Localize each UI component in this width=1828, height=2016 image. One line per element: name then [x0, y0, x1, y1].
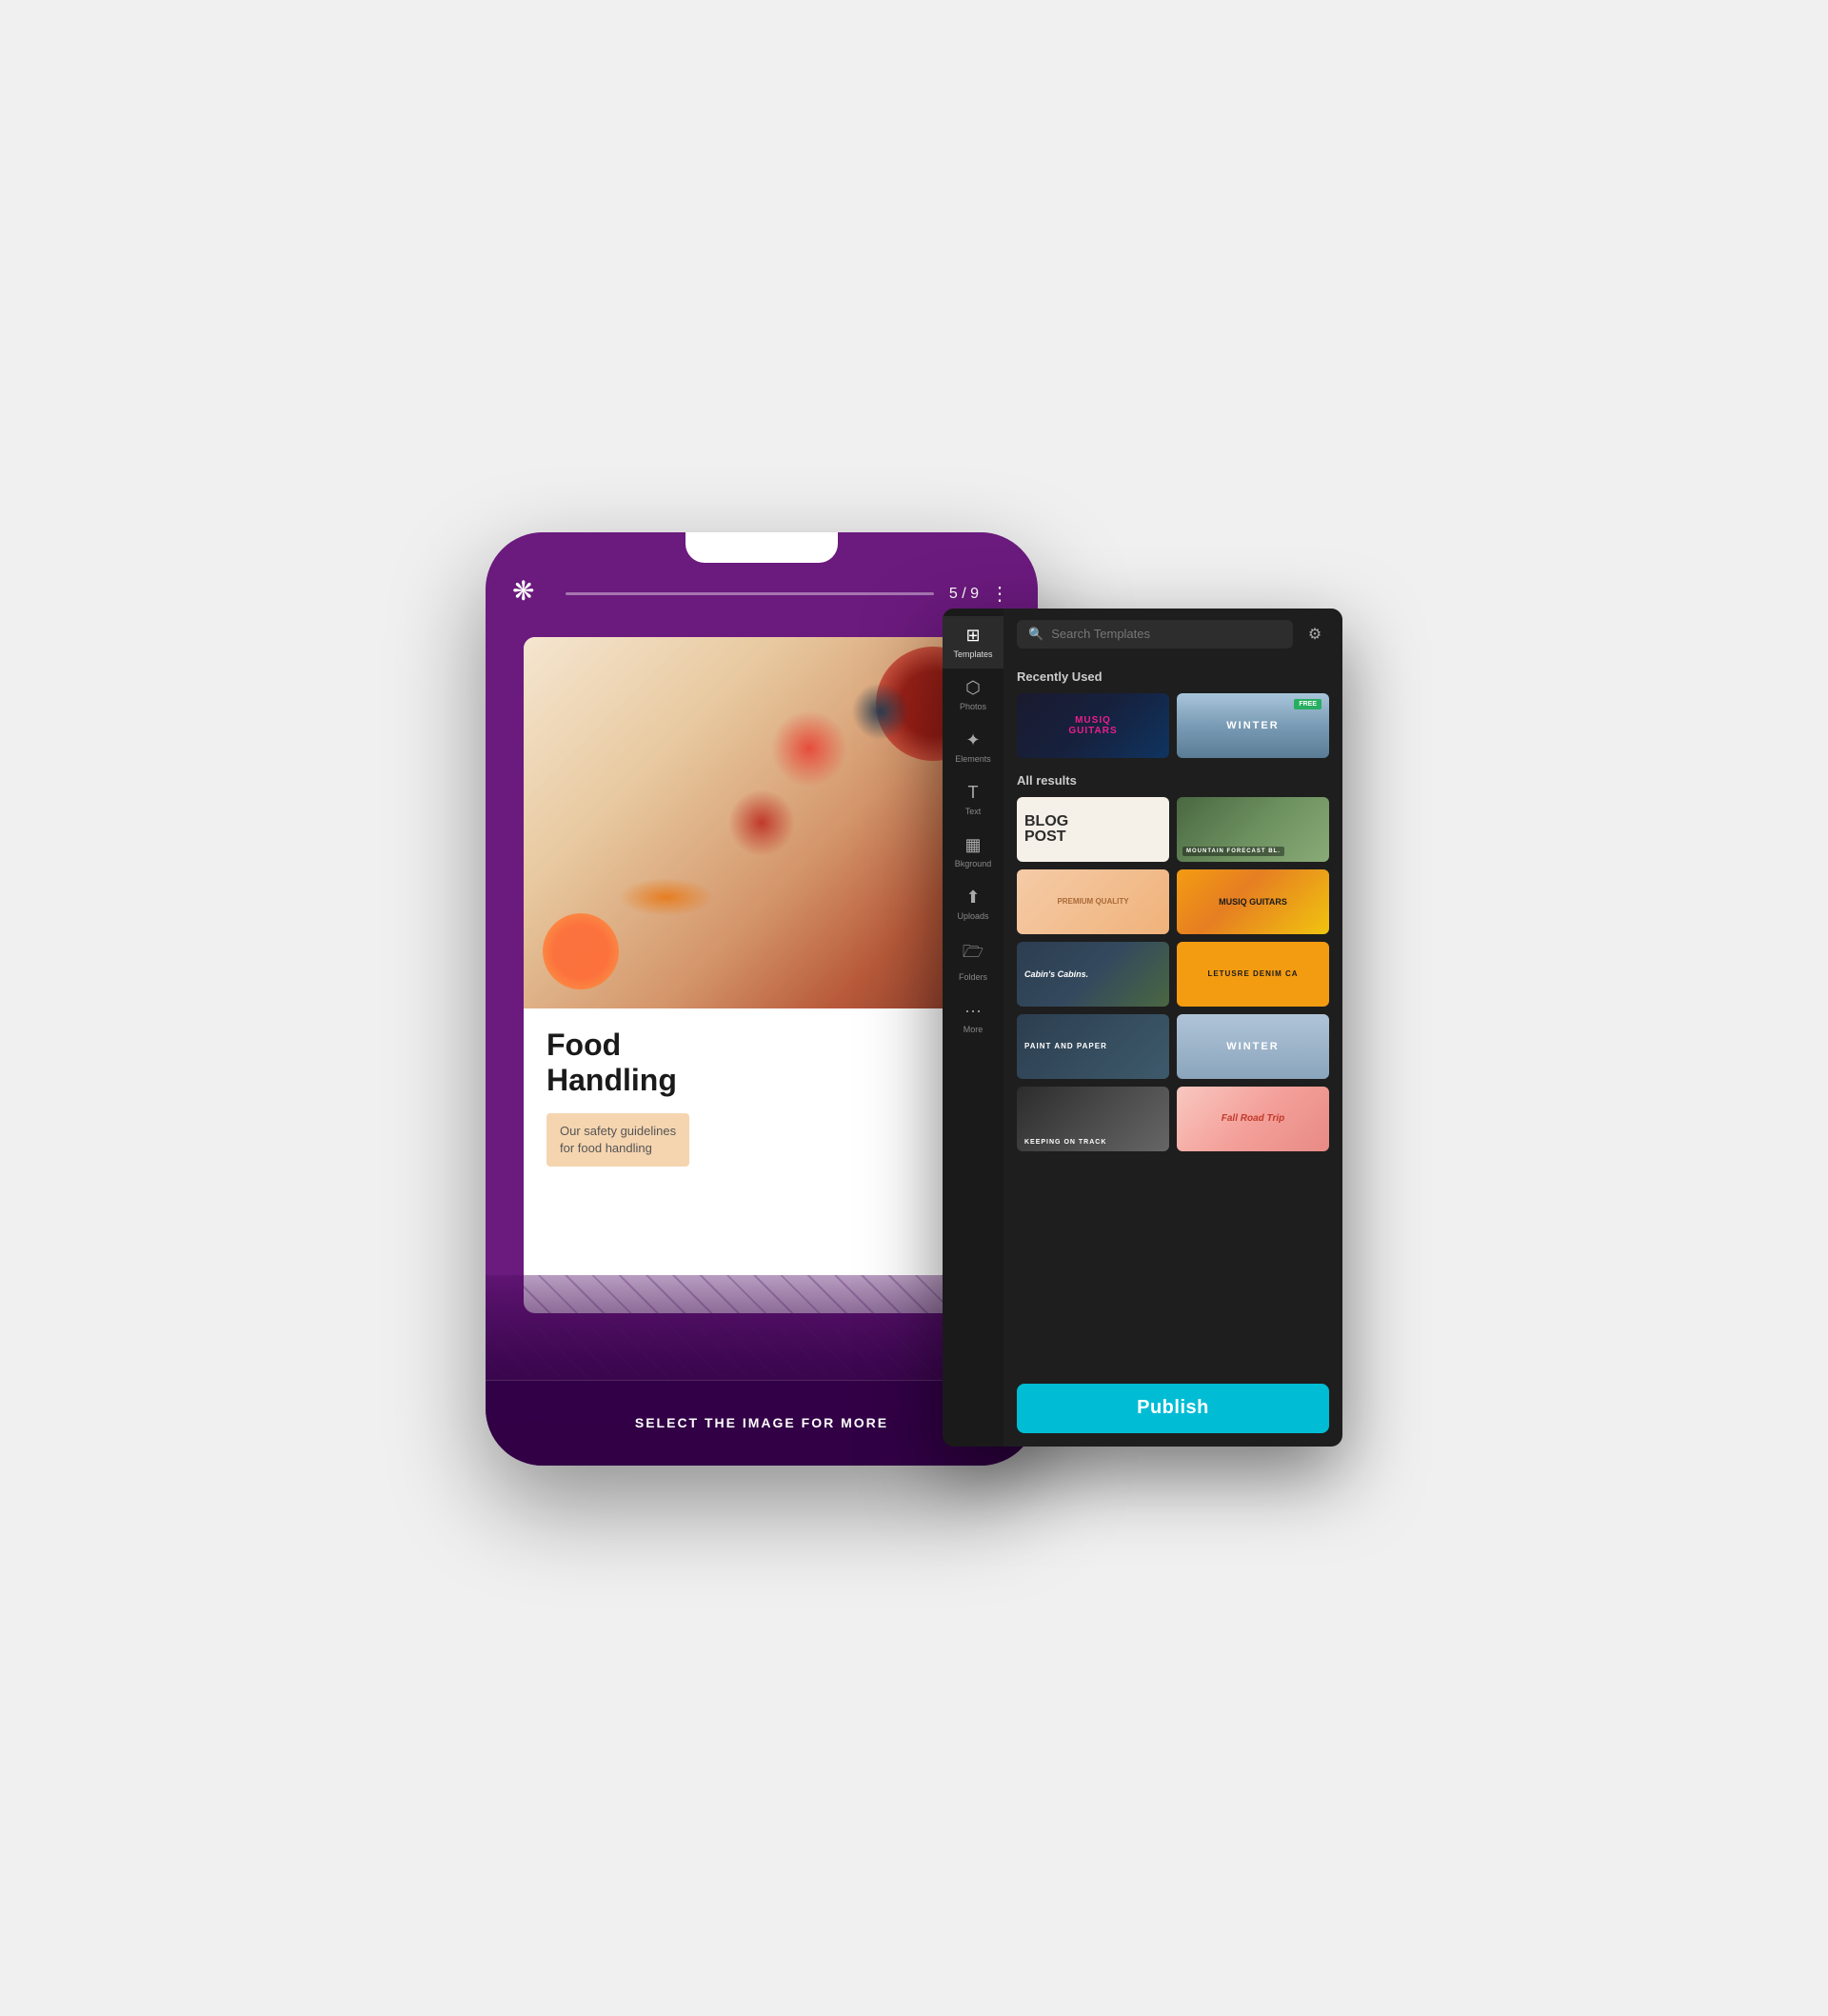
thumb-peach-label: PREMIUM QUALITY: [1057, 897, 1128, 906]
card-image: [524, 637, 1000, 1009]
card-title: FoodHandling: [546, 1028, 977, 1098]
slide-counter: 5 / 9: [949, 586, 979, 603]
thumb-leisure-label: LETUSRE DENIM CA: [1207, 969, 1298, 978]
search-area: 🔍 ⚙: [1003, 609, 1342, 658]
template-thumb-cabins[interactable]: Cabin's Cabins.: [1017, 942, 1169, 1007]
elements-icon: ✦: [965, 730, 980, 750]
template-thumb-winter[interactable]: FREE WINTER: [1177, 693, 1329, 758]
sidebar-item-templates[interactable]: ⊞ Templates: [943, 616, 1003, 669]
template-thumb-blog-post[interactable]: BLOGPOST: [1017, 797, 1169, 862]
search-box[interactable]: 🔍: [1017, 620, 1293, 649]
publish-button[interactable]: Publish: [1017, 1384, 1329, 1433]
food-illustration: [524, 637, 1000, 1009]
all-results-label: All results: [1017, 773, 1329, 788]
template-scroll-area[interactable]: Recently Used MUSIQGUITARS FREE WINTER A…: [1003, 658, 1342, 1376]
template-thumb-peach[interactable]: PREMIUM QUALITY: [1017, 869, 1169, 934]
app-logo-icon: ❋: [512, 575, 550, 613]
template-thumb-road-trip[interactable]: Fall Road Trip: [1177, 1087, 1329, 1151]
template-main-area: 🔍 ⚙ Recently Used MUSIQGUITARS FREE WINT…: [1003, 609, 1342, 1447]
thumb-blog-label: BLOGPOST: [1024, 814, 1068, 845]
card-subtitle: Our safety guidelines for food handling: [546, 1113, 689, 1167]
background-icon: ▦: [964, 835, 981, 855]
sidebar-item-photos[interactable]: ⬡ Photos: [943, 669, 1003, 721]
templates-icon: ⊞: [965, 626, 980, 646]
thumb-winter-badge: FREE: [1294, 699, 1321, 709]
thumb-winter-label: WINTER: [1226, 720, 1279, 731]
progress-bar: [566, 592, 934, 595]
sidebar-item-text[interactable]: T Text: [943, 773, 1003, 826]
more-menu-icon[interactable]: ⋮: [990, 582, 1011, 606]
photos-icon: ⬡: [965, 678, 981, 698]
template-thumb-mountain[interactable]: MOUNTAIN FORECAST BL.: [1177, 797, 1329, 862]
template-thumb-paint-paper[interactable]: PAINT AND PAPER: [1017, 1014, 1169, 1079]
sidebar-item-folders[interactable]: 🗁 Folders: [943, 930, 1003, 991]
content-card[interactable]: FoodHandling Our safety guidelines for f…: [524, 637, 1000, 1313]
sidebar-item-uploads[interactable]: ⬆ Uploads: [943, 878, 1003, 930]
thumb-musiq-label: MUSIQGUITARS: [1068, 715, 1117, 736]
search-input[interactable]: [1051, 627, 1282, 641]
phone-cta-text: SELECT THE IMAGE FOR MORE: [635, 1415, 888, 1430]
template-thumb-keeping-track[interactable]: KEEPING ON TRACK: [1017, 1087, 1169, 1151]
thumb-mountain-label: MOUNTAIN FORECAST BL.: [1182, 847, 1284, 856]
filter-icon[interactable]: ⚙: [1301, 620, 1329, 649]
thumb-winter2-label: WINTER: [1226, 1041, 1279, 1052]
recently-used-label: Recently Used: [1017, 669, 1329, 684]
more-icon: ···: [964, 1001, 982, 1021]
sidebar-nav: ⊞ Templates ⬡ Photos ✦ Elements T Text ▦…: [943, 609, 1003, 1447]
sidebar-item-more[interactable]: ··· More: [943, 991, 1003, 1044]
all-results-grid: BLOGPOST MOUNTAIN FORECAST BL. PREMIUM Q…: [1017, 797, 1329, 1151]
template-thumb-musiq-guitars2[interactable]: MUSIQ GUITARS: [1177, 869, 1329, 934]
card-text-area: FoodHandling Our safety guidelines for f…: [524, 1008, 1000, 1178]
template-thumb-leisure[interactable]: LETUSRE DENIM CA: [1177, 942, 1329, 1007]
sidebar-item-elements[interactable]: ✦ Elements: [943, 721, 1003, 773]
template-panel: ⊞ Templates ⬡ Photos ✦ Elements T Text ▦…: [943, 609, 1342, 1447]
thumb-roadtrip-label: Fall Road Trip: [1222, 1113, 1285, 1124]
scene: ❋ 5 / 9 ⋮ FoodHandling Our safety guidel…: [486, 532, 1342, 1485]
thumb-cabins-label: Cabin's Cabins.: [1024, 969, 1088, 979]
phone-topbar: ❋ 5 / 9 ⋮: [486, 575, 1038, 613]
search-icon: 🔍: [1028, 627, 1043, 642]
folders-icon: 🗁: [963, 940, 984, 968]
template-thumb-musiq-guitars[interactable]: MUSIQGUITARS: [1017, 693, 1169, 758]
template-thumb-winter2[interactable]: WINTER: [1177, 1014, 1329, 1079]
thumb-keeping-label: KEEPING ON TRACK: [1024, 1139, 1106, 1146]
sidebar-item-background[interactable]: ▦ Bkground: [943, 826, 1003, 878]
uploads-icon: ⬆: [965, 888, 980, 908]
text-icon: T: [968, 783, 979, 803]
thumb-paint-label: PAINT AND PAPER: [1024, 1042, 1107, 1050]
recently-used-grid: MUSIQGUITARS FREE WINTER: [1017, 693, 1329, 758]
thumb-musiq2-label: MUSIQ GUITARS: [1219, 897, 1287, 907]
